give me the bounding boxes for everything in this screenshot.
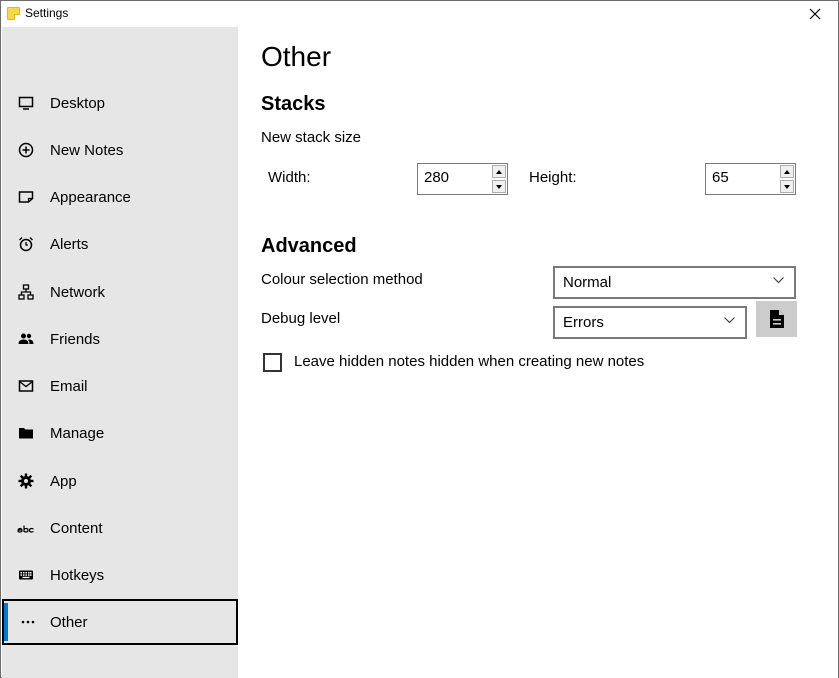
document-icon <box>769 310 784 328</box>
new-stack-size-label: New stack size <box>261 129 362 146</box>
gear-icon <box>17 472 35 490</box>
sidebar-item-label: New Notes <box>50 141 124 159</box>
settings-window: Settings Desktop New Notes Appearance Al… <box>0 0 839 678</box>
sidebar-item-new-notes[interactable]: New Notes <box>2 127 238 173</box>
alarm-clock-icon <box>17 235 35 253</box>
height-label: Height: <box>529 169 577 186</box>
height-stepper[interactable]: 65 <box>705 163 796 195</box>
height-increment-button[interactable] <box>780 165 794 178</box>
arrow-up-icon <box>784 169 790 174</box>
ellipsis-icon <box>19 613 37 631</box>
sidebar-item-label: Desktop <box>50 94 106 112</box>
leave-hidden-notes-checkbox[interactable] <box>263 353 282 372</box>
sidebar-item-email[interactable]: Email <box>2 363 238 409</box>
debug-level-label: Debug level <box>261 310 341 327</box>
settings-content: Other Stacks New stack size Width: 280 H… <box>238 27 838 678</box>
sidebar-item-hotkeys[interactable]: Hotkeys <box>2 552 238 598</box>
network-icon <box>17 283 35 301</box>
window-title: Settings <box>25 6 69 20</box>
abc-icon <box>17 519 35 537</box>
colour-selection-value: Normal <box>563 274 612 291</box>
sidebar-item-label: Manage <box>50 424 105 442</box>
sidebar-item-label: Email <box>50 377 88 395</box>
sidebar-item-label: Appearance <box>50 188 131 206</box>
sidebar-item-label: Friends <box>50 330 101 348</box>
sidebar-item-other[interactable]: Other <box>2 599 238 645</box>
monitor-icon <box>17 94 35 112</box>
sidebar: Desktop New Notes Appearance Alerts Netw <box>2 27 238 678</box>
leave-hidden-notes-label: Leave hidden notes hidden when creating … <box>294 353 645 370</box>
sidebar-item-appearance[interactable]: Appearance <box>2 174 238 220</box>
stacks-heading: Stacks <box>261 93 326 115</box>
height-value: 65 <box>712 169 729 186</box>
colour-selection-dropdown[interactable]: Normal <box>553 266 796 299</box>
envelope-icon <box>17 377 35 395</box>
close-button[interactable] <box>792 1 838 27</box>
width-label: Width: <box>268 169 311 186</box>
colour-selection-label: Colour selection method <box>261 271 423 288</box>
width-increment-button[interactable] <box>492 165 506 178</box>
chevron-down-icon <box>773 277 784 284</box>
page-title: Other <box>261 41 332 72</box>
sidebar-item-friends[interactable]: Friends <box>2 316 238 362</box>
sidebar-item-label: Network <box>50 283 106 301</box>
sticky-note-app-icon <box>7 7 20 20</box>
sidebar-item-label: Hotkeys <box>50 566 105 584</box>
plus-circle-icon <box>17 141 35 159</box>
width-decrement-button[interactable] <box>492 180 506 193</box>
sidebar-item-manage[interactable]: Manage <box>2 410 238 456</box>
advanced-heading: Advanced <box>261 235 357 257</box>
sidebar-item-app[interactable]: App <box>2 458 238 504</box>
keyboard-icon <box>17 566 35 584</box>
debug-level-value: Errors <box>563 314 604 331</box>
width-stepper[interactable]: 280 <box>417 163 508 195</box>
sidebar-item-label: Content <box>50 519 103 537</box>
title-bar: Settings <box>1 1 838 27</box>
folder-icon <box>17 424 35 442</box>
sidebar-item-content[interactable]: Content <box>2 505 238 551</box>
sidebar-item-desktop[interactable]: Desktop <box>2 80 238 126</box>
sidebar-item-alerts[interactable]: Alerts <box>2 221 238 267</box>
chevron-down-icon <box>724 317 735 324</box>
note-icon <box>17 188 35 206</box>
sidebar-item-label: App <box>50 472 77 490</box>
debug-level-dropdown[interactable]: Errors <box>553 306 747 339</box>
close-icon <box>809 8 821 20</box>
height-decrement-button[interactable] <box>780 180 794 193</box>
open-log-button[interactable] <box>756 301 797 337</box>
sidebar-item-label: Alerts <box>50 235 89 253</box>
sidebar-item-label: Other <box>50 613 88 631</box>
arrow-down-icon <box>496 184 502 189</box>
people-icon <box>17 330 35 348</box>
width-stepper-arrows <box>492 165 506 193</box>
arrow-up-icon <box>496 169 502 174</box>
width-value: 280 <box>424 169 450 186</box>
sidebar-item-network[interactable]: Network <box>2 269 238 315</box>
height-stepper-arrows <box>780 165 794 193</box>
arrow-down-icon <box>784 184 790 189</box>
